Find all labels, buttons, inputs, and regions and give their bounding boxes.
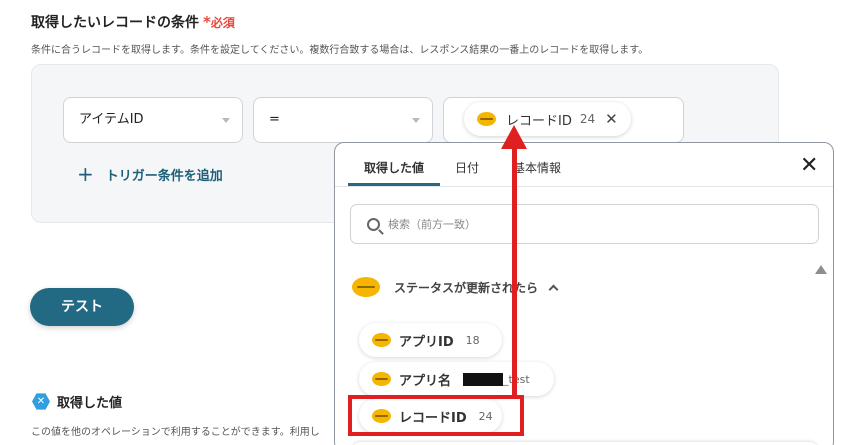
tab-date[interactable]: 日付	[455, 159, 479, 176]
required-star: *	[203, 13, 211, 31]
condition-description: 条件に合うレコードを取得します。条件を設定してください。複数行合致する場合は、レ…	[31, 45, 649, 56]
search-icon	[367, 217, 380, 231]
add-trigger-condition-button[interactable]: + トリガー条件を追加	[77, 164, 223, 184]
obtained-title-text: 取得した値	[57, 396, 123, 411]
field-select-value: アイテムID	[79, 112, 144, 127]
kintone-icon	[352, 277, 380, 297]
highlight-box	[348, 395, 524, 436]
chevron-up-icon	[548, 284, 559, 294]
redaction-block	[463, 372, 504, 386]
kintone-icon	[477, 112, 496, 126]
chevron-down-icon	[412, 118, 420, 123]
tab-divider	[335, 186, 833, 187]
required-label: 必須	[210, 16, 235, 30]
search-placeholder: 検索（前方一致）	[388, 218, 476, 231]
condition-title-text: 取得したいレコードの条件	[31, 15, 199, 31]
item-label: アプリ名	[399, 373, 452, 389]
highlight-arrow-shaft	[512, 146, 517, 397]
item-value: 18	[465, 333, 480, 347]
value-chip-count: 24	[579, 112, 596, 126]
tab-obtained-values[interactable]: 取得した値	[364, 159, 424, 176]
add-trigger-label: トリガー条件を追加	[105, 168, 223, 184]
operator-select-value: =	[269, 112, 280, 127]
close-icon[interactable]: ✕	[800, 153, 818, 178]
chevron-down-icon	[222, 118, 230, 123]
highlight-arrow-head	[501, 125, 527, 149]
value-chip[interactable]: レコードID 24 ✕	[464, 102, 631, 136]
search-input[interactable]: 検索（前方一致）	[350, 204, 819, 244]
condition-section-title: 取得したいレコードの条件 *必須	[31, 12, 235, 32]
kintone-icon	[372, 372, 391, 386]
group-header[interactable]: ステータスが更新されたら	[352, 277, 559, 297]
operator-select[interactable]: =	[253, 97, 433, 143]
field-select[interactable]: アイテムID	[63, 97, 243, 143]
obtained-values-description: この値を他のオペレーションで利用することができます。利用し	[31, 427, 320, 438]
obtained-values-title: ✕ 取得した値	[32, 392, 122, 411]
close-icon[interactable]: ✕	[605, 110, 618, 128]
kintone-icon	[372, 333, 391, 347]
test-button[interactable]: テスト	[30, 288, 134, 326]
list-item-app-id[interactable]: アプリID 18	[359, 323, 502, 357]
list-item-app-name[interactable]: アプリ名 _test	[359, 362, 554, 396]
plus-icon: +	[77, 162, 94, 186]
hex-icon: ✕	[32, 393, 50, 410]
scroll-up-arrow[interactable]	[815, 265, 827, 274]
item-label: アプリID	[399, 334, 454, 350]
tab-basic-info[interactable]: 基本情報	[513, 159, 561, 176]
